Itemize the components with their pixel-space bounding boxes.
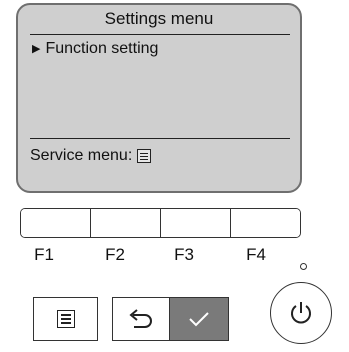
f1-label: F1	[34, 245, 54, 264]
checkmark-icon	[189, 312, 209, 327]
menu-button[interactable]	[33, 297, 98, 341]
f2-key[interactable]	[91, 209, 161, 237]
f1-key[interactable]	[21, 209, 91, 237]
power-icon	[291, 302, 311, 324]
confirm-button[interactable]	[170, 297, 229, 341]
service-menu-label: Service menu:	[30, 147, 133, 164]
menu-list-icon	[56, 310, 75, 328]
power-indicator-lamp	[300, 263, 307, 270]
power-button[interactable]	[270, 282, 332, 344]
screen-title: Settings menu	[104, 9, 214, 28]
return-arrow-icon	[129, 309, 152, 328]
f4-label: F4	[246, 245, 266, 264]
menu-item-function-setting[interactable]: ▶ Function setting	[32, 40, 158, 58]
menu-list-icon	[137, 149, 152, 163]
return-button[interactable]	[112, 297, 170, 341]
f3-label: F3	[174, 245, 194, 264]
lcd-screen: Settings menu ▶ Function setting Service…	[16, 3, 302, 193]
f2-label: F2	[105, 245, 125, 264]
menu-item-label: Function setting	[45, 40, 159, 57]
selection-caret-icon: ▶	[32, 42, 41, 55]
service-menu-hint: Service menu:	[30, 147, 152, 165]
f4-key[interactable]	[231, 209, 300, 237]
title-divider	[30, 34, 290, 35]
function-key-bar	[20, 208, 301, 238]
f3-key[interactable]	[161, 209, 231, 237]
footer-divider	[30, 138, 290, 139]
